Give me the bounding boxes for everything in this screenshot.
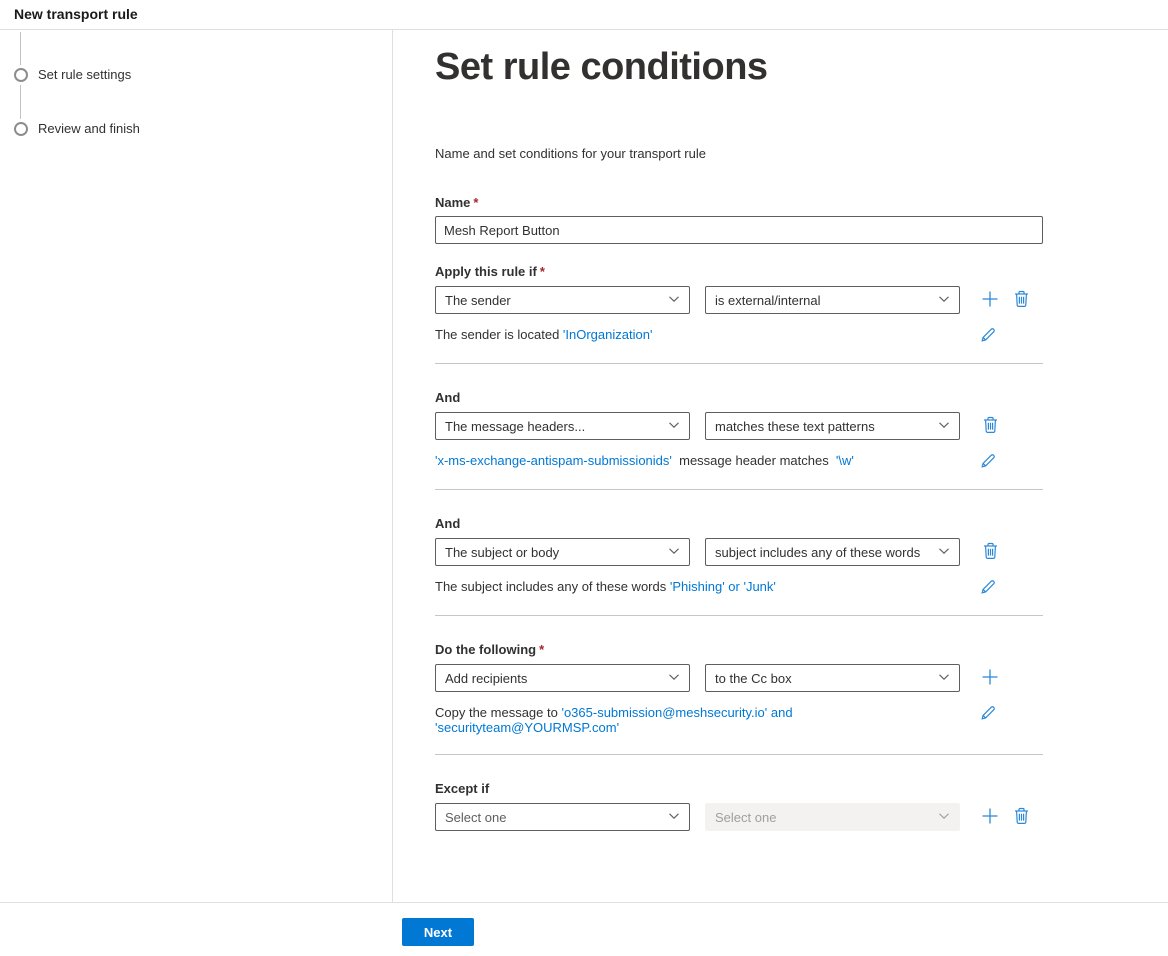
wizard-header: New transport rule [0, 0, 1168, 30]
condition-value-select: Select one [705, 803, 960, 831]
edit-condition-button[interactable] [979, 453, 997, 471]
name-field-label: Name* [435, 195, 1168, 210]
condition-value-link[interactable]: 'InOrganization' [563, 327, 653, 342]
rule-label-text: Apply this rule if [435, 264, 537, 279]
step-connector-line [20, 85, 21, 119]
trash-icon [1013, 290, 1030, 311]
edit-condition-button[interactable] [979, 327, 997, 345]
trash-icon [982, 542, 999, 563]
step-set-rule-settings[interactable]: Set rule settings [14, 67, 131, 82]
required-asterisk: * [539, 642, 544, 657]
condition-summary-text: The subject includes any of these words … [435, 579, 776, 594]
rule-label-text: And [435, 516, 460, 531]
condition-summary-segment: Copy the message to [435, 705, 561, 720]
condition-summary-row: 'x-ms-exchange-antispam-submissionids' m… [435, 453, 1043, 470]
required-asterisk: * [540, 264, 545, 279]
chevron-down-icon [668, 810, 680, 825]
wizard-footer: Next [0, 902, 1168, 956]
required-asterisk: * [473, 195, 478, 210]
next-button[interactable]: Next [402, 918, 474, 946]
step-label: Set rule settings [38, 67, 131, 82]
rule-section-label: Do the following* [435, 642, 1168, 657]
pencil-icon [980, 578, 997, 598]
trash-icon [1013, 807, 1030, 828]
section-divider [435, 754, 1043, 755]
condition-select[interactable]: The sender [435, 286, 690, 314]
delete-condition-button[interactable] [1012, 808, 1030, 826]
delete-condition-button[interactable] [981, 543, 999, 561]
condition-summary-segment: message header matches [672, 453, 836, 468]
main-content: Set rule conditions Name and set conditi… [394, 30, 1168, 902]
add-condition-button[interactable] [981, 669, 999, 687]
plus-icon [981, 668, 999, 689]
condition-summary-text: 'x-ms-exchange-antispam-submissionids' m… [435, 453, 854, 468]
condition-value-select[interactable]: is external/internal [705, 286, 960, 314]
condition-value-select[interactable]: subject includes any of these words [705, 538, 960, 566]
pencil-icon [980, 704, 997, 724]
delete-condition-button[interactable] [1012, 291, 1030, 309]
step-label: Review and finish [38, 121, 140, 136]
rule-section-label: Apply this rule if* [435, 264, 1168, 279]
rule-label-text: And [435, 390, 460, 405]
chevron-down-icon [668, 671, 680, 686]
rule-section-label: And [435, 390, 1168, 405]
edit-condition-button[interactable] [979, 705, 997, 723]
rule-section-label: Except if [435, 781, 1168, 796]
step-review-and-finish[interactable]: Review and finish [14, 121, 140, 136]
edit-condition-button[interactable] [979, 579, 997, 597]
step-circle-icon [14, 68, 28, 82]
condition-summary-row: The subject includes any of these words … [435, 579, 1043, 596]
condition-value-link[interactable]: '\w' [836, 453, 854, 468]
rule-label-text: Do the following [435, 642, 536, 657]
pencil-icon [980, 452, 997, 472]
condition-value-select[interactable]: matches these text patterns [705, 412, 960, 440]
condition-summary-row: The sender is located 'InOrganization' [435, 327, 1043, 344]
condition-summary-text: The sender is located 'InOrganization' [435, 327, 652, 342]
plus-icon [981, 290, 999, 311]
rule-section: And The message headers... matches these… [435, 390, 1168, 490]
plus-icon [981, 807, 999, 828]
condition-summary-text: Copy the message to 'o365-submission@mes… [435, 705, 796, 735]
trash-icon [982, 416, 999, 437]
rule-section: Do the following* Add recipients to the … [435, 642, 1168, 755]
section-divider [435, 615, 1043, 616]
section-divider [435, 489, 1043, 490]
step-circle-icon [14, 122, 28, 136]
rule-section: Apply this rule if* The sender is extern… [435, 264, 1168, 364]
rule-section: And The subject or body subject includes… [435, 516, 1168, 616]
condition-summary-segment: The sender is located [435, 327, 563, 342]
wizard-steps-pane: Set rule settings Review and finish [0, 30, 393, 902]
rule-conditions-list: Apply this rule if* The sender is extern… [435, 264, 1168, 831]
chevron-down-icon [938, 419, 950, 434]
wizard-title: New transport rule [14, 6, 138, 22]
add-condition-button[interactable] [981, 808, 999, 826]
condition-value-select[interactable]: to the Cc box [705, 664, 960, 692]
condition-summary-row: Copy the message to 'o365-submission@mes… [435, 705, 1043, 735]
add-condition-button[interactable] [981, 291, 999, 309]
step-connector-line [20, 32, 21, 65]
condition-value-link[interactable]: 'Phishing' or 'Junk' [670, 579, 776, 594]
delete-condition-button[interactable] [981, 417, 999, 435]
chevron-down-icon [938, 671, 950, 686]
chevron-down-icon [938, 545, 950, 560]
condition-value-link[interactable]: 'x-ms-exchange-antispam-submissionids' [435, 453, 672, 468]
rule-section: Except if Select one Select one [435, 781, 1168, 831]
pencil-icon [980, 326, 997, 346]
condition-select[interactable]: Add recipients [435, 664, 690, 692]
chevron-down-icon [668, 293, 680, 308]
chevron-down-icon [938, 293, 950, 308]
chevron-down-icon [668, 545, 680, 560]
condition-summary-segment: The subject includes any of these words [435, 579, 670, 594]
condition-select[interactable]: The message headers... [435, 412, 690, 440]
page-title: Set rule conditions [435, 44, 1168, 90]
rule-label-text: Except if [435, 781, 489, 796]
rule-name-input[interactable] [435, 216, 1043, 244]
section-divider [435, 363, 1043, 364]
rule-section-label: And [435, 516, 1168, 531]
chevron-down-icon [668, 419, 680, 434]
page-subtitle: Name and set conditions for your transpo… [435, 146, 1168, 161]
condition-select[interactable]: Select one [435, 803, 690, 831]
condition-select[interactable]: The subject or body [435, 538, 690, 566]
chevron-down-icon [938, 810, 950, 825]
